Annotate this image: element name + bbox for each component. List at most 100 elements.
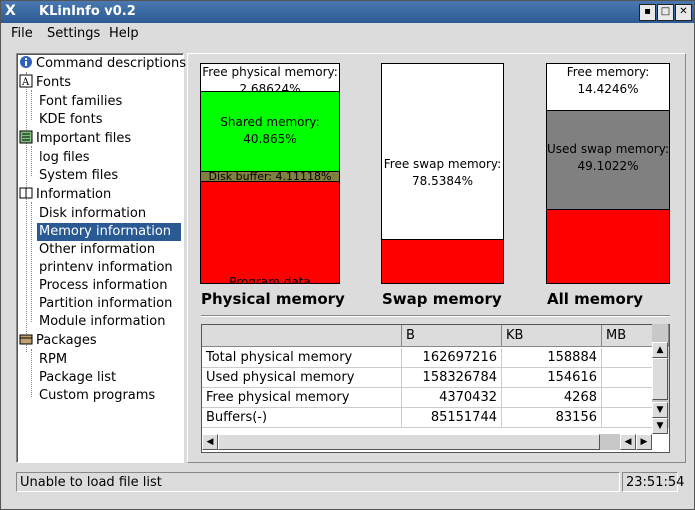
column-header-kb[interactable]: KB (502, 325, 602, 347)
free-physical-segment: Free physical memory: 2.68624% (201, 64, 339, 92)
physical-memory-title: Physical memory (201, 290, 345, 308)
minimize-button[interactable]: ▪ (639, 4, 656, 21)
tree-item-process-information[interactable]: Process information (39, 277, 167, 295)
tree-item-label: Font families (39, 94, 123, 109)
column-header-name[interactable] (202, 325, 402, 347)
table-cell-kb: 158884 (502, 348, 602, 368)
files-icon (19, 130, 33, 144)
tree-item-label: Other information (39, 242, 156, 257)
tree-item-label: Important files (36, 131, 132, 146)
menu-help[interactable]: Help (109, 26, 139, 41)
tree-item-label: Package list (39, 370, 117, 385)
status-clock: 23:51:54 (622, 472, 684, 492)
table-cell-label: Total physical memory (202, 348, 402, 368)
tree-item-label: Partition information (39, 296, 173, 311)
status-message: Unable to load file list (16, 472, 620, 492)
physical-memory-bar: Free physical memory: 2.68624% Shared me… (200, 63, 340, 284)
tree-item-label: log files (39, 150, 90, 165)
tree-item-memory-information[interactable]: Memory information (37, 223, 181, 241)
table-cell-bytes: 158326784 (402, 368, 502, 388)
shared-memory-segment: Shared memory: 40.865% (201, 92, 339, 172)
tree-item-information[interactable]: Information (19, 186, 111, 204)
tree-item-label: Process information (39, 278, 168, 293)
program-data-segment: Program data (201, 182, 339, 283)
maximize-button[interactable]: □ (657, 4, 674, 21)
window-title: KLinInfo v0.2 (39, 4, 136, 19)
table-cell-bytes: 4370432 (402, 388, 502, 408)
tree-item-important-files[interactable]: Important files (19, 130, 131, 148)
tree-item-other-information[interactable]: Other information (39, 241, 155, 259)
scroll-down-button[interactable]: ▼ (652, 402, 668, 418)
title-bar[interactable]: X KLinInfo v0.2 ▪ □ ✕ (1, 1, 694, 23)
tree-item-rpm[interactable]: RPM (39, 351, 67, 369)
menu-settings[interactable]: Settings (47, 26, 100, 41)
tree-item-custom-programs[interactable]: Custom programs (39, 387, 155, 405)
segment-label: Free swap memory: 78.5384% (383, 157, 502, 188)
tree-item-label: Fonts (36, 75, 72, 90)
all-memory-title: All memory (547, 290, 644, 308)
main-window: X KLinInfo v0.2 ▪ □ ✕ File Settings Help… (0, 0, 695, 510)
scroll-thumb[interactable] (652, 358, 668, 400)
segment-label: Free memory: 14.4246% (566, 65, 650, 96)
table-cell-label: Buffers(-) (202, 408, 402, 428)
x-logo-icon[interactable]: X (5, 3, 16, 19)
tree-item-label: Packages (36, 333, 97, 348)
used-swap-memory-segment: Used swap memory: 49.1022% (547, 111, 669, 210)
table-cell-bytes: 85151744 (402, 408, 502, 428)
tree-item-label: System files (39, 168, 119, 183)
segment-label: Used swap memory: 49.1022% (547, 142, 669, 173)
tree-item-label: Memory information (39, 224, 172, 239)
menu-bar: File Settings Help (1, 23, 694, 45)
free-swap-segment: Free swap memory: 78.5384% (382, 64, 503, 240)
navigation-tree[interactable]: Command descriptions A Fonts Font familie… (16, 53, 186, 463)
separator (201, 315, 670, 317)
table-cell-label: Free physical memory (202, 388, 402, 408)
tree-item-label: KDE fonts (39, 112, 103, 127)
tree-item-fonts[interactable]: A Fonts (19, 74, 71, 92)
table-horizontal-scrollbar[interactable]: ◀ ◀ ▶ (202, 434, 652, 450)
free-memory-segment: Free memory: 14.4246% (547, 64, 669, 111)
tree-item-module-information[interactable]: Module information (39, 313, 165, 331)
tree-item-disk-information[interactable]: Disk information (39, 205, 146, 223)
tree-item-label: RPM (39, 352, 68, 367)
tree-item-kde-fonts[interactable]: KDE fonts (39, 111, 103, 129)
tree-item-partition-information[interactable]: Partition information (39, 295, 172, 313)
table-vertical-scrollbar[interactable]: ▲ ▼ ▼ (652, 324, 668, 434)
segment-label: Disk buffer: 4.11118% (208, 172, 332, 182)
table-cell-bytes: 162697216 (402, 348, 502, 368)
info-book-icon (19, 186, 33, 200)
table-cell-kb: 4268 (502, 388, 602, 408)
segment-label: Free physical memory: 2.68624% (202, 65, 338, 92)
swap-memory-title: Swap memory (382, 290, 502, 308)
swap-memory-bar: Free swap memory: 78.5384% (381, 63, 504, 284)
all-memory-bar: Free memory: 14.4246% Used swap memory: … (546, 63, 670, 284)
tree-item-packages[interactable]: Packages (19, 332, 97, 350)
font-icon: A (19, 74, 33, 88)
scroll-left-end-button[interactable]: ◀ (620, 434, 636, 450)
tree-item-command-descriptions[interactable]: Command descriptions (19, 55, 186, 73)
table-cell-kb: 83156 (502, 408, 602, 428)
menu-file[interactable]: File (11, 26, 33, 41)
tree-item-label: printenv information (39, 260, 173, 275)
tree-item-package-list[interactable]: Package list (39, 369, 116, 387)
scroll-down-end-button[interactable]: ▼ (652, 418, 668, 434)
tree-item-printenv-information[interactable]: printenv information (39, 259, 173, 277)
tree-item-system-files[interactable]: System files (39, 167, 118, 185)
segment-label: Program data (229, 275, 311, 283)
scroll-left-button[interactable]: ◀ (202, 434, 218, 450)
info-icon (19, 55, 33, 69)
tree-item-label: Custom programs (39, 388, 156, 403)
close-button[interactable]: ✕ (675, 4, 692, 21)
segment-label: Shared memory: 40.865% (220, 115, 320, 146)
used-physical-segment (547, 210, 669, 283)
column-header-b[interactable]: B (402, 325, 502, 347)
scroll-right-button[interactable]: ▶ (636, 434, 652, 450)
tree-item-log-files[interactable]: log files (39, 149, 90, 167)
used-swap-segment (382, 240, 503, 283)
tree-item-font-families[interactable]: Font families (39, 93, 122, 111)
tree-item-label: Module information (39, 314, 166, 329)
table-cell-label: Used physical memory (202, 368, 402, 388)
scroll-up-button[interactable]: ▲ (652, 342, 668, 358)
horizontal-scroll-thumb[interactable] (218, 434, 600, 450)
tree-item-label: Disk information (39, 206, 147, 221)
